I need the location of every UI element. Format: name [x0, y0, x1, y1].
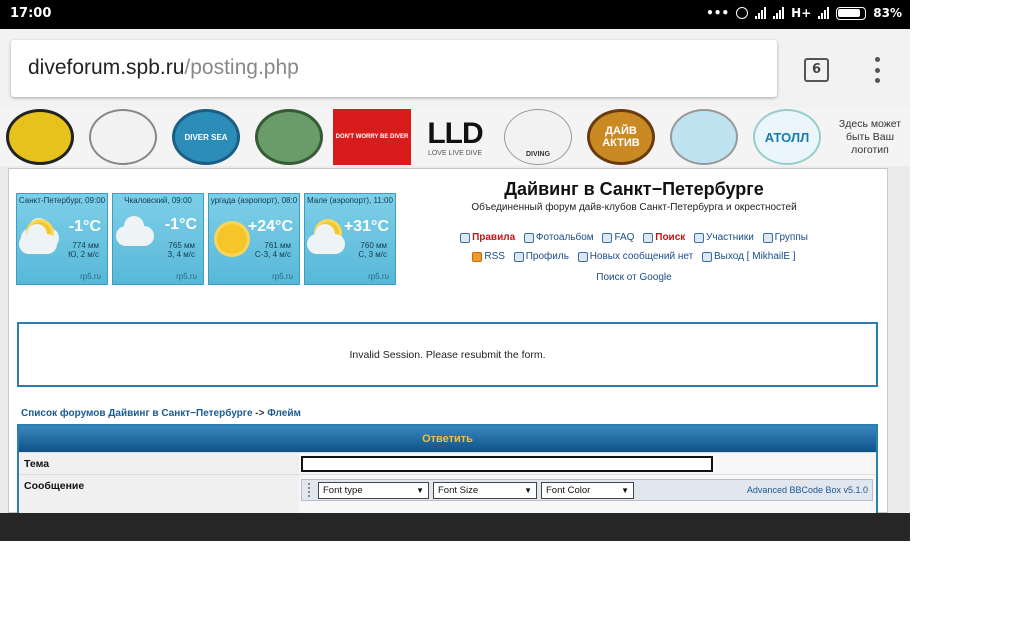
site-title[interactable]: Дайвинг в Санкт−Петербурге	[429, 179, 839, 200]
notification-dots-icon: •••	[706, 6, 730, 20]
signal-1-icon	[755, 7, 767, 19]
forum-page: Санкт-Петербург, 09:00 -1°C 774 мм Ю, 2 м…	[8, 168, 888, 516]
club-logo-dive-aktiv[interactable]: ДАЙВ АКТИВ	[581, 108, 661, 166]
weather-card-male[interactable]: Мале (аэропорт), 11:00 +31°C 760 мм С, 3 …	[304, 193, 396, 285]
nav-rss-link[interactable]: RSS	[472, 251, 505, 262]
nav-album-link[interactable]: Фотоальбом	[523, 232, 594, 243]
battery-icon	[836, 6, 867, 20]
album-icon	[523, 232, 534, 243]
club-logo-4[interactable]	[249, 108, 329, 166]
logo-placeholder[interactable]: Здесь может быть Ваш логотип	[830, 108, 910, 166]
message-row: Сообщение Font type ▼ Font Size ▼ Font Col…	[19, 474, 876, 514]
cloud-icon	[307, 224, 345, 254]
reply-form-header: Ответить	[19, 426, 876, 452]
nav-faq-link[interactable]: FAQ	[602, 232, 634, 243]
subject-input[interactable]	[301, 456, 713, 472]
club-logo-2[interactable]	[83, 108, 163, 166]
font-type-select[interactable]: Font type ▼	[318, 481, 429, 499]
weather-card-hurghada[interactable]: ургада (аэропорт), 08:0 +24°C 761 мм С-З,…	[208, 193, 300, 285]
status-bar: 17:00 ••• H+ 83%	[0, 0, 910, 29]
signal-3-icon	[818, 7, 830, 19]
alarm-icon	[736, 7, 749, 19]
rules-icon	[460, 232, 471, 243]
subject-row: Тема	[19, 452, 876, 474]
reply-form: Ответить Тема Сообщение Font type ▼ Font …	[17, 424, 878, 516]
club-logo-strip: DIVER SEA DON'T WORRY BE DIVER LLD LOVE …	[0, 108, 910, 166]
browser-toolbar: diveforum.spb.ru/posting.php 6	[0, 29, 910, 108]
club-logo-9[interactable]	[664, 108, 744, 166]
nav-row-1: Правила Фотоальбом FAQ Поиск Участники Г…	[434, 232, 834, 246]
nav-groups-link[interactable]: Группы	[762, 232, 808, 243]
club-logo-5[interactable]: DON'T WORRY BE DIVER	[332, 108, 412, 166]
toolbar-grip-icon[interactable]	[308, 483, 311, 497]
url-host: diveforum.spb.ru	[28, 56, 185, 79]
weather-widgets: Санкт-Петербург, 09:00 -1°C 774 мм Ю, 2 м…	[16, 193, 396, 285]
lld-logo-subtext: LOVE LIVE DIVE	[427, 149, 483, 157]
nav-rules-link[interactable]: Правила	[460, 232, 515, 243]
lld-logo-text: LLD	[427, 116, 483, 150]
club-logo-3[interactable]: DIVER SEA	[166, 108, 246, 166]
cloud-icon	[116, 216, 154, 246]
subject-label: Тема	[24, 458, 50, 470]
chevron-down-icon: ▼	[621, 485, 629, 495]
tab-switcher-button[interactable]: 6	[804, 58, 829, 82]
messages-icon	[577, 251, 588, 262]
nav-logout-link[interactable]: Выход [ MikhailE ]	[701, 251, 796, 262]
club-logo-lld[interactable]: LLD LOVE LIVE DIVE	[415, 108, 495, 166]
chevron-down-icon: ▼	[524, 485, 532, 495]
bbcode-toolbar: Font type ▼ Font Size ▼ Font Color ▼ Advanc…	[301, 479, 873, 501]
overflow-menu-icon[interactable]	[873, 57, 881, 83]
status-time: 17:00	[10, 6, 52, 21]
chevron-down-icon: ▼	[416, 485, 424, 495]
members-icon	[694, 232, 705, 243]
breadcrumb: Список форумов Дайвинг в Санкт−Петербург…	[21, 408, 301, 419]
club-logo-1[interactable]	[0, 108, 80, 166]
nav-row-2: RSS Профиль Новых сообщений нет Выход [ …	[434, 251, 834, 265]
nav-profile-link[interactable]: Профиль	[513, 251, 569, 262]
breadcrumb-topic-link[interactable]: Флейм	[267, 408, 301, 419]
search-icon	[643, 232, 654, 243]
session-message-box: Invalid Session. Please resubmit the for…	[17, 322, 878, 387]
faq-icon	[602, 232, 613, 243]
battery-percent: 83%	[873, 6, 902, 20]
message-label: Сообщение	[24, 480, 85, 492]
url-path: /posting.php	[184, 56, 299, 79]
network-type: H+	[791, 6, 812, 20]
signal-2-icon	[773, 7, 785, 19]
nav-no-new-messages-link[interactable]: Новых сообщений нет	[577, 251, 693, 262]
sun-icon	[217, 224, 247, 254]
nav-members-link[interactable]: Участники	[694, 232, 754, 243]
club-logo-atoll[interactable]: АТОЛЛ	[747, 108, 827, 166]
breadcrumb-separator: ->	[255, 408, 265, 419]
nav-row-3: Поиск от Google	[434, 272, 834, 283]
breadcrumb-forum-link[interactable]: Список форумов Дайвинг в Санкт−Петербург…	[21, 408, 253, 419]
weather-card-spb[interactable]: Санкт-Петербург, 09:00 -1°C 774 мм Ю, 2 м…	[16, 193, 108, 285]
bbcode-version-link[interactable]: Advanced BBCode Box v5.1.0	[747, 485, 868, 495]
status-icons: ••• H+ 83%	[706, 6, 902, 20]
club-logo-7[interactable]: DIVING	[498, 108, 578, 166]
nav-search-link[interactable]: Поиск	[643, 232, 685, 243]
address-bar[interactable]: diveforum.spb.ru/posting.php	[11, 40, 777, 97]
groups-icon	[762, 232, 773, 243]
nav-google-search-link[interactable]: Поиск от Google	[596, 272, 671, 283]
session-message-text: Invalid Session. Please resubmit the for…	[349, 348, 546, 361]
phone-screen: 17:00 ••• H+ 83% diveforum.spb.ru/postin…	[0, 0, 910, 541]
logout-icon	[701, 251, 712, 262]
navigation-bar	[0, 513, 910, 541]
weather-card-chkalovsky[interactable]: Чкаловский, 09:00 -1°C 765 мм З, 4 м/с rp…	[112, 193, 204, 285]
profile-icon	[513, 251, 524, 262]
url-text: diveforum.spb.ru/posting.php	[28, 56, 299, 80]
rss-icon	[472, 251, 483, 262]
site-subtitle: Объединенный форум дайв-клубов Санкт-Пет…	[471, 202, 797, 213]
font-size-select[interactable]: Font Size ▼	[433, 481, 537, 499]
font-color-select[interactable]: Font Color ▼	[541, 481, 634, 499]
